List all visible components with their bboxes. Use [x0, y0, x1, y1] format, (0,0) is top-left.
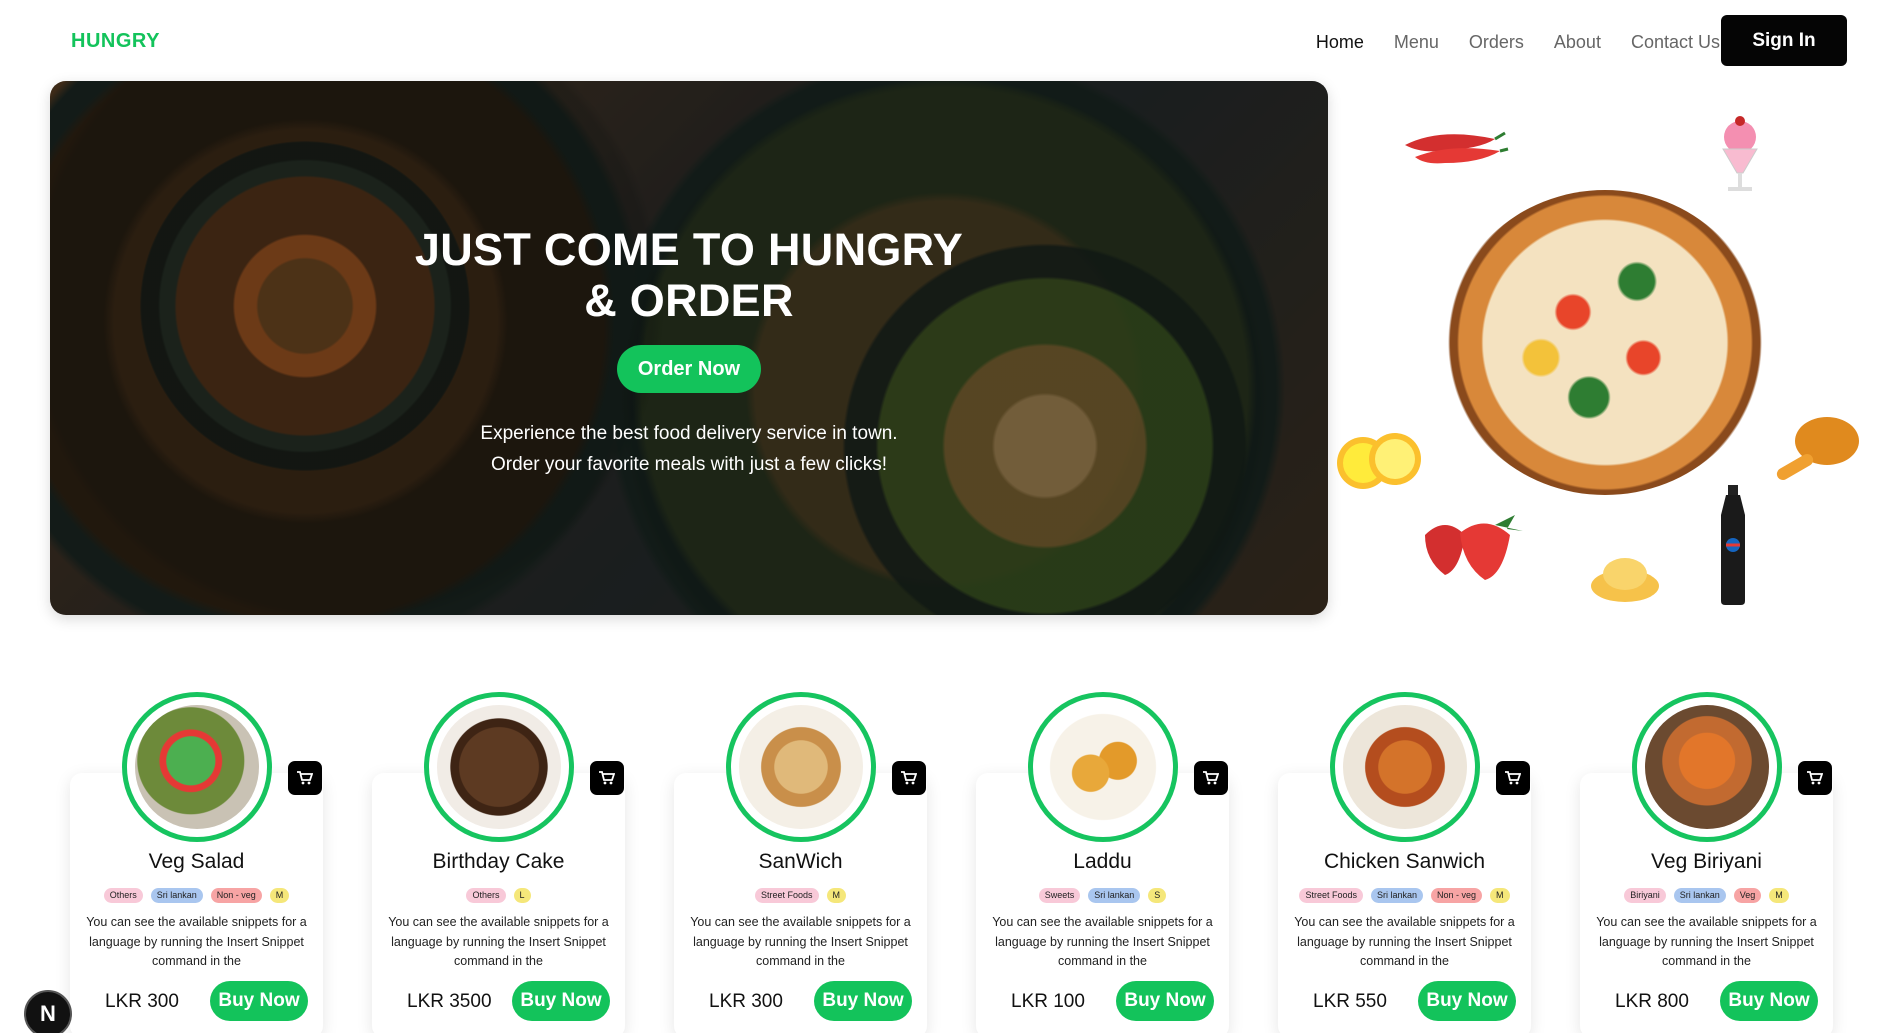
- tag-badge: Non - veg: [210, 888, 262, 903]
- cart-icon[interactable]: [1496, 761, 1530, 795]
- product-description: You can see the available snippets for a…: [992, 915, 1213, 968]
- sign-in-button[interactable]: Sign In: [1721, 15, 1847, 66]
- chicken-leg-image: [1776, 417, 1859, 480]
- product-price: LKR 550: [1313, 991, 1387, 1012]
- product-image: [726, 692, 876, 842]
- tag-badge: Street Foods: [754, 888, 819, 903]
- product-image: [424, 692, 574, 842]
- nav-about[interactable]: About: [1554, 32, 1601, 53]
- hero-subtitle: Experience the best food delivery servic…: [480, 423, 898, 475]
- product-price: LKR 300: [709, 991, 783, 1012]
- product-image: [1028, 692, 1178, 842]
- order-now-button[interactable]: Order Now: [617, 345, 761, 393]
- product-price: LKR 800: [1615, 991, 1689, 1012]
- buy-now-button[interactable]: Buy Now: [814, 981, 912, 1021]
- product-name: Veg Biriyani: [1651, 850, 1762, 873]
- pizza-image: [1445, 190, 1765, 495]
- product-price: LKR 100: [1011, 991, 1085, 1012]
- cart-icon[interactable]: [1194, 761, 1228, 795]
- buy-now-button[interactable]: Buy Now: [1720, 981, 1818, 1021]
- food-collage: [1335, 105, 1875, 625]
- product-image: [122, 692, 272, 842]
- noodles-image: [1591, 558, 1659, 602]
- nav-home[interactable]: Home: [1316, 32, 1364, 53]
- product-tags: Others L: [372, 888, 625, 903]
- cart-icon[interactable]: [1798, 761, 1832, 795]
- product-price: LKR 3500: [407, 991, 492, 1012]
- sundae-image: [1722, 116, 1758, 191]
- tag-badge: M: [826, 888, 847, 903]
- tag-badge: Sweets: [1038, 888, 1081, 903]
- buy-now-button[interactable]: Buy Now: [210, 981, 308, 1021]
- buy-now-button[interactable]: Buy Now: [1418, 981, 1516, 1021]
- tag-badge: S: [1148, 888, 1167, 903]
- product-image: [1632, 692, 1782, 842]
- product-tags: Sweets Sri lankan S: [976, 888, 1229, 903]
- chili-image: [1405, 131, 1509, 164]
- cola-bottle-image: [1721, 485, 1745, 605]
- tag-badge: Sri lankan: [1370, 888, 1424, 903]
- product-description: You can see the available snippets for a…: [690, 915, 911, 968]
- tag-badge: Veg: [1733, 888, 1762, 903]
- tag-badge: Sri lankan: [1673, 888, 1726, 903]
- product-description: You can see the available snippets for a…: [1294, 915, 1515, 968]
- hero-banner: JUST COME TO HUNGRY & ORDER Order Now Ex…: [50, 81, 1328, 615]
- product-tags: Biriyani Sri lankan Veg M: [1580, 888, 1833, 903]
- logo[interactable]: HUNGRY: [71, 30, 160, 53]
- cart-icon[interactable]: [288, 761, 322, 795]
- product-name: SanWich: [758, 850, 843, 873]
- product-name: Chicken Sanwich: [1323, 850, 1486, 873]
- buy-now-button[interactable]: Buy Now: [512, 981, 610, 1021]
- strawberry-image: [1425, 515, 1523, 580]
- nav-orders[interactable]: Orders: [1469, 32, 1524, 53]
- nav-menu[interactable]: Menu: [1394, 32, 1439, 53]
- next-dev-badge[interactable]: N: [24, 990, 72, 1033]
- tag-badge: Sri lankan: [150, 888, 203, 903]
- product-name: Veg Salad: [148, 850, 245, 873]
- product-tags: Others Sri lankan Non - veg M: [70, 888, 323, 903]
- product-description: You can see the available snippets for a…: [86, 915, 307, 968]
- tag-badge: L: [513, 888, 531, 903]
- product-tags: Street Foods Sri lankan Non - veg M: [1278, 888, 1531, 903]
- product-tags: Street Foods M: [674, 888, 927, 903]
- tag-badge: M: [1769, 888, 1789, 903]
- cart-icon[interactable]: [892, 761, 926, 795]
- cart-icon[interactable]: [590, 761, 624, 795]
- header: HUNGRY Home Menu Orders About Contact Us…: [0, 0, 1898, 80]
- tag-badge: Sri lankan: [1088, 888, 1141, 903]
- tag-badge: Others: [466, 888, 506, 903]
- product-name: Birthday Cake: [432, 850, 565, 873]
- tag-badge: M: [269, 888, 290, 903]
- tag-badge: Non - veg: [1431, 888, 1483, 903]
- product-description: You can see the available snippets for a…: [1596, 915, 1817, 968]
- product-image: [1330, 692, 1480, 842]
- tag-badge: Others: [103, 888, 143, 903]
- lemon-image: [1337, 433, 1421, 489]
- buy-now-button[interactable]: Buy Now: [1116, 981, 1214, 1021]
- tag-badge: Street Foods: [1299, 888, 1363, 903]
- hero-title: JUST COME TO HUNGRY & ORDER: [414, 224, 964, 326]
- product-description: You can see the available snippets for a…: [388, 915, 609, 968]
- nav-contact[interactable]: Contact Us: [1631, 32, 1720, 53]
- main-nav: Home Menu Orders About Contact Us: [1316, 32, 1720, 53]
- product-name: Laddu: [1073, 850, 1132, 873]
- tag-badge: M: [1490, 888, 1510, 903]
- tag-badge: Biriyani: [1624, 888, 1666, 903]
- product-price: LKR 300: [105, 991, 179, 1012]
